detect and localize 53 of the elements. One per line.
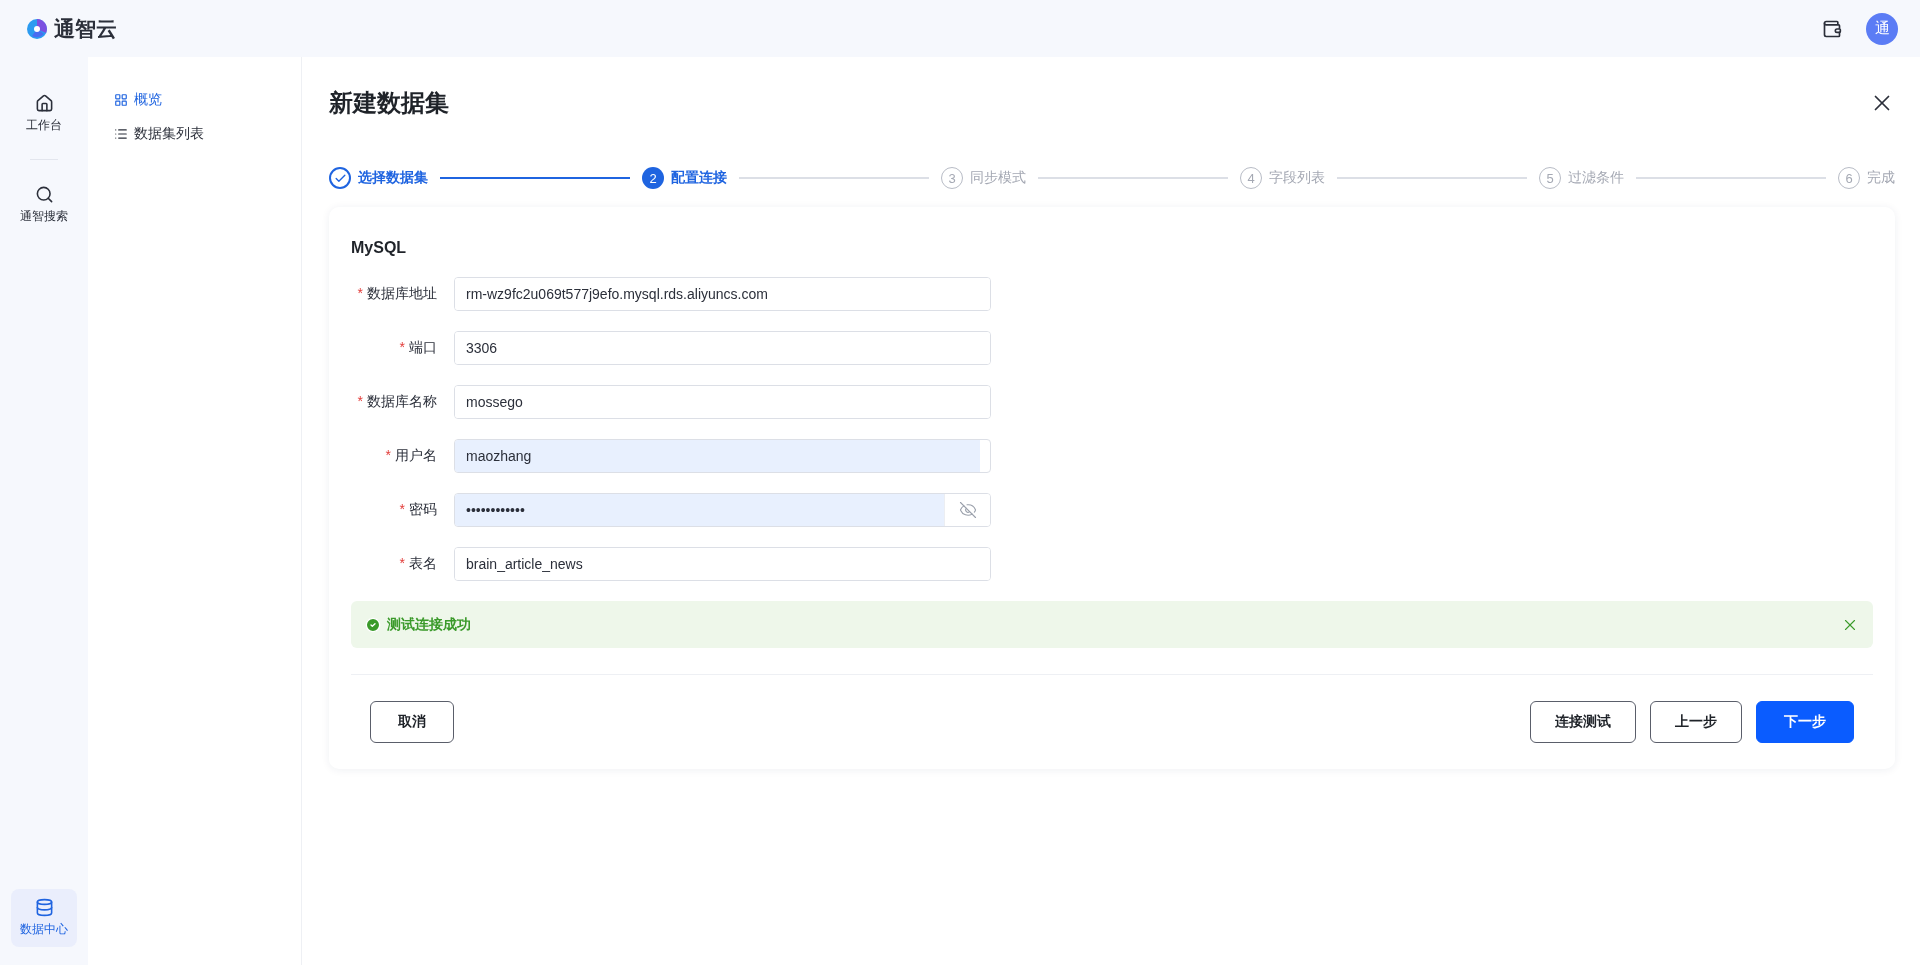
required-mark: * [399, 555, 405, 571]
sidebar-label: 数据集列表 [134, 125, 204, 143]
field-label: 数据库名称 [367, 393, 437, 409]
step-marker: 2 [642, 167, 664, 189]
input-field[interactable]: maozhang [454, 439, 991, 473]
wallet-icon[interactable] [1822, 18, 1842, 39]
list-icon [114, 127, 128, 141]
nav-item[interactable]: 工作台 [11, 85, 77, 143]
step-label: 完成 [1867, 169, 1895, 187]
brand-name: 通智云 [54, 15, 117, 42]
grid-icon [114, 93, 128, 107]
input-field[interactable]: 3306 [454, 331, 991, 365]
field-label: 数据库地址 [367, 285, 437, 301]
next-button[interactable]: 下一步 [1756, 701, 1854, 743]
form-title: MySQL [351, 239, 408, 257]
nav-item[interactable]: 数据中心 [11, 889, 77, 947]
sidebar-item[interactable]: 数据集列表 [114, 125, 301, 143]
search-icon [34, 185, 54, 204]
sidebar-label: 概览 [134, 91, 162, 109]
required-mark: * [357, 393, 363, 409]
required-mark: * [357, 285, 363, 301]
action-button[interactable]: 上一步 [1650, 701, 1742, 743]
required-mark: * [385, 447, 391, 463]
cancel-button[interactable]: 取消 [370, 701, 454, 743]
eye-off-icon [958, 501, 977, 519]
home-icon [34, 94, 54, 113]
user-avatar[interactable]: 通 [1866, 12, 1898, 45]
nav-label: 工作台 [26, 117, 62, 134]
step-label: 配置连接 [671, 169, 727, 187]
input-field[interactable]: mossego [454, 385, 991, 419]
step-label: 过滤条件 [1568, 169, 1624, 187]
nav-label: 通智搜索 [20, 208, 68, 225]
field-label: 端口 [409, 339, 437, 355]
field-label: 密码 [409, 501, 437, 517]
action-button[interactable]: 连接测试 [1530, 701, 1636, 743]
nav-item[interactable]: 通智搜索 [11, 176, 77, 234]
input-field[interactable]: rm-wz9fc2u069t577j9efo.mysql.rds.aliyuncs.com [454, 277, 991, 311]
input-field[interactable]: brain_article_news [454, 547, 991, 581]
success-icon [365, 616, 381, 633]
step-label: 同步模式 [970, 169, 1026, 187]
database-icon [34, 898, 54, 917]
field-label: 用户名 [395, 447, 437, 463]
field-label: 表名 [409, 555, 437, 571]
logo-icon [26, 17, 48, 40]
alert-message: 测试连接成功 [387, 615, 472, 634]
sidebar-item[interactable]: 概览 [114, 91, 301, 109]
password-field[interactable]: •••••••••••• [454, 493, 991, 527]
required-mark: * [399, 501, 405, 517]
step-label: 字段列表 [1269, 169, 1325, 187]
page-title: 新建数据集 [329, 88, 449, 118]
nav-label: 数据中心 [20, 921, 68, 938]
step-label: 选择数据集 [358, 169, 428, 187]
required-mark: * [399, 339, 405, 355]
